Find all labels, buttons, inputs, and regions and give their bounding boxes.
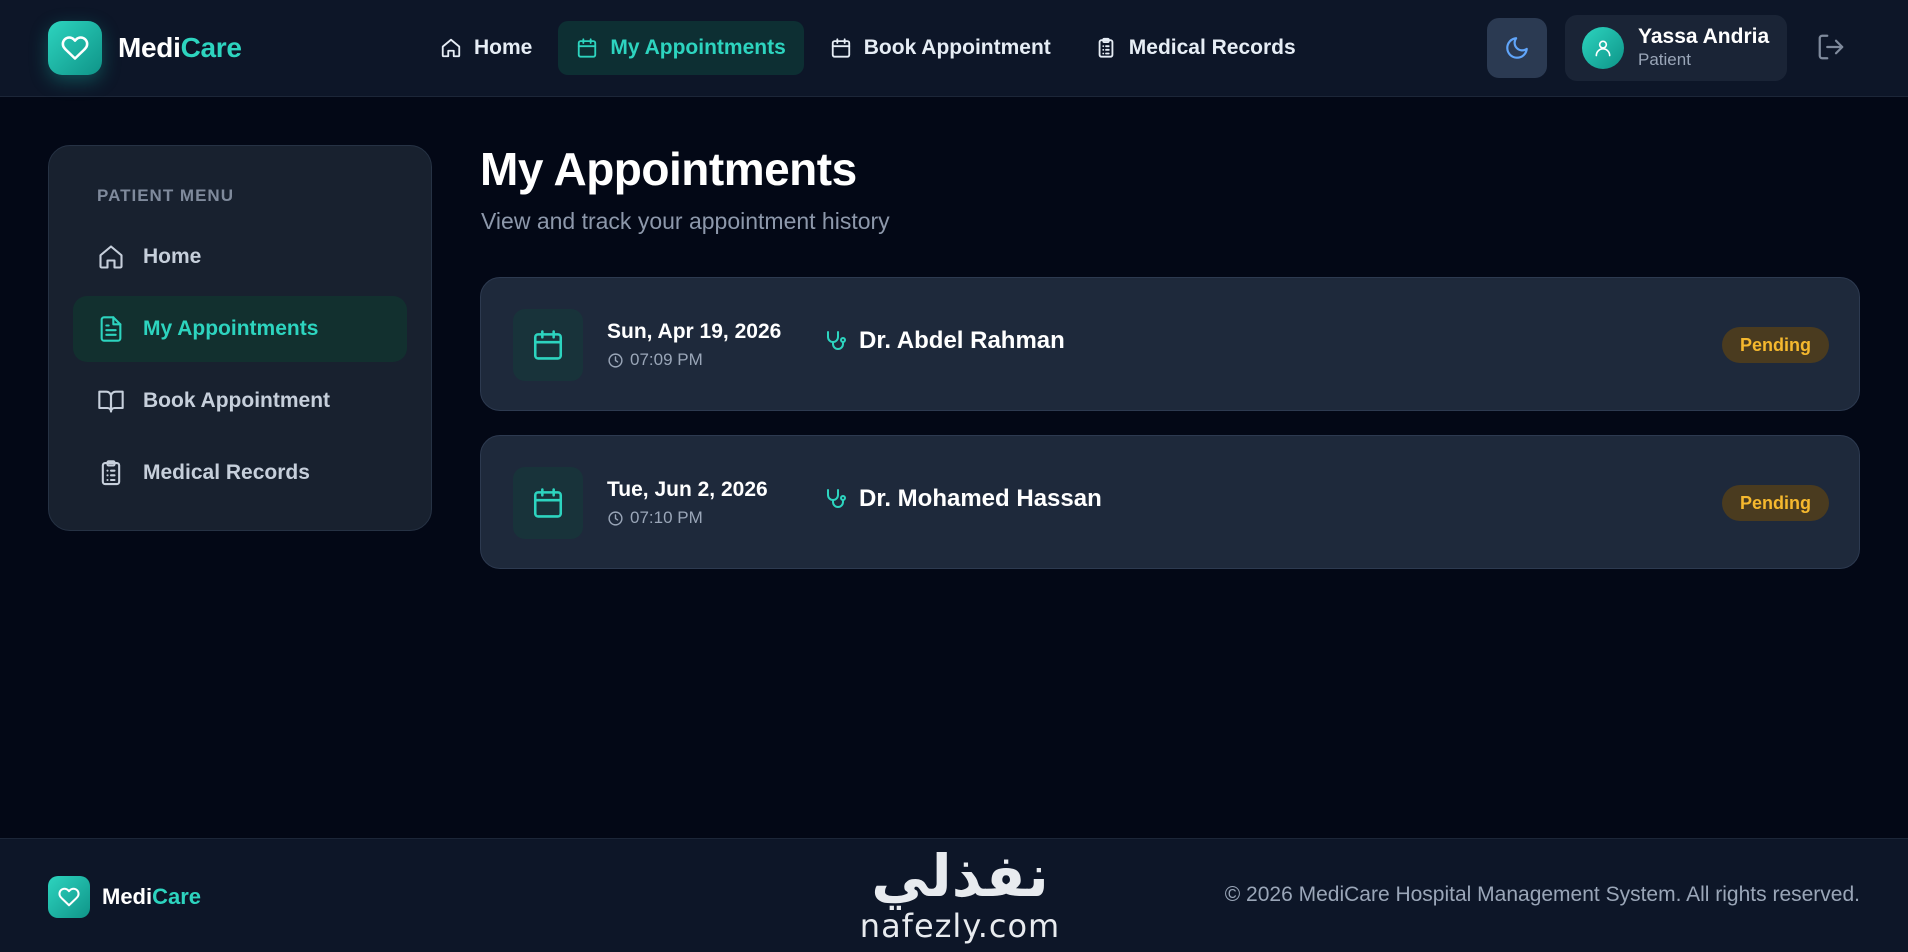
- avatar: [1582, 27, 1624, 69]
- calendar-icon: [576, 37, 598, 59]
- watermark-logo: نفذلي nafezly.com: [840, 841, 1080, 951]
- status-badge: Pending: [1722, 485, 1829, 521]
- appointment-doctor: Dr. Abdel Rahman: [823, 327, 1065, 355]
- sidebar-item-label: Medical Records: [143, 461, 310, 484]
- stethoscope-icon: [823, 487, 847, 511]
- watermark-latin: nafezly.com: [859, 907, 1061, 945]
- clock-icon: [607, 352, 624, 369]
- user-name: Yassa Andria: [1638, 25, 1770, 48]
- footer-brand-part1: Medi: [102, 884, 153, 909]
- appointment-time-value: 07:10 PM: [630, 508, 703, 527]
- topnav-item-label: Medical Records: [1128, 36, 1296, 59]
- top-nav: Home My Appointments Book Appointment Me…: [422, 21, 1322, 75]
- doctor-name: Dr. Mohamed Hassan: [859, 485, 1102, 512]
- appointment-time: 07:09 PM: [607, 350, 703, 370]
- appointment-card[interactable]: Tue, Jun 2, 2026 07:10 PM Dr. Mohamed Ha…: [480, 435, 1860, 569]
- status-badge: Pending: [1722, 327, 1829, 363]
- brand-name-part2: Care: [180, 32, 242, 63]
- watermark-arabic: نفذلي: [871, 842, 1049, 910]
- footer-brand-name: MediCare: [102, 884, 201, 910]
- sidebar-item-label: Home: [143, 245, 202, 268]
- heart-logo-icon: [48, 876, 90, 918]
- page-title: My Appointments: [480, 143, 857, 195]
- stethoscope-icon: [823, 329, 847, 353]
- brand[interactable]: MediCare: [48, 21, 242, 75]
- sidebar-item-medical-records[interactable]: Medical Records: [73, 440, 407, 506]
- footer-brand-part2: Care: [152, 884, 202, 909]
- theme-toggle-button[interactable]: [1487, 18, 1547, 78]
- appointment-date: Sun, Apr 19, 2026: [607, 320, 782, 343]
- topnav-item-medical-records[interactable]: Medical Records: [1077, 21, 1314, 75]
- user-icon: [1593, 38, 1613, 58]
- heart-logo-icon: [48, 21, 102, 75]
- patient-sidebar: PATIENT MENU Home My Appointments Book A…: [48, 145, 432, 531]
- calendar-icon: [513, 309, 583, 381]
- top-header: MediCare Home My Appointments Book Appoi…: [0, 0, 1908, 97]
- clock-icon: [607, 510, 624, 527]
- sidebar-item-home[interactable]: Home: [73, 224, 407, 290]
- brand-name: MediCare: [118, 32, 242, 64]
- page-subtitle: View and track your appointment history: [481, 208, 890, 234]
- topnav-item-book-appointment[interactable]: Book Appointment: [812, 21, 1069, 75]
- book-icon: [97, 387, 125, 415]
- sidebar-item-my-appointments[interactable]: My Appointments: [73, 296, 407, 362]
- user-role: Patient: [1638, 50, 1691, 69]
- sidebar-title: PATIENT MENU: [97, 186, 234, 205]
- appointment-time-value: 07:09 PM: [630, 350, 703, 369]
- doctor-name: Dr. Abdel Rahman: [859, 327, 1065, 354]
- moon-icon: [1504, 35, 1530, 61]
- home-icon: [440, 37, 462, 59]
- topnav-item-home[interactable]: Home: [422, 21, 550, 75]
- sidebar-item-label: Book Appointment: [143, 389, 331, 412]
- appointment-time: 07:10 PM: [607, 508, 703, 528]
- document-icon: [97, 315, 125, 343]
- home-icon: [97, 243, 125, 271]
- appointment-date: Tue, Jun 2, 2026: [607, 478, 768, 501]
- brand-name-part1: Medi: [118, 32, 181, 63]
- logout-icon: [1816, 32, 1846, 62]
- clipboard-icon: [97, 459, 125, 487]
- topnav-item-label: My Appointments: [610, 36, 786, 59]
- sidebar-item-book-appointment[interactable]: Book Appointment: [73, 368, 407, 434]
- calendar-icon: [513, 467, 583, 539]
- topnav-item-label: Book Appointment: [863, 36, 1051, 59]
- topnav-item-label: Home: [474, 36, 533, 59]
- topnav-item-my-appointments[interactable]: My Appointments: [558, 21, 804, 75]
- appointment-doctor: Dr. Mohamed Hassan: [823, 485, 1102, 513]
- sidebar-item-label: My Appointments: [143, 317, 319, 340]
- calendar-icon: [830, 37, 852, 59]
- footer-brand[interactable]: MediCare: [48, 876, 201, 918]
- appointment-card[interactable]: Sun, Apr 19, 2026 07:09 PM Dr. Abdel Rah…: [480, 277, 1860, 411]
- footer: MediCare نفذلي nafezly.com © 2026 MediCa…: [0, 838, 1908, 952]
- clipboard-icon: [1095, 37, 1117, 59]
- copyright-text: © 2026 MediCare Hospital Management Syst…: [1224, 883, 1860, 906]
- user-profile-card[interactable]: Yassa Andria Patient: [1565, 15, 1787, 81]
- logout-button[interactable]: [1816, 32, 1846, 62]
